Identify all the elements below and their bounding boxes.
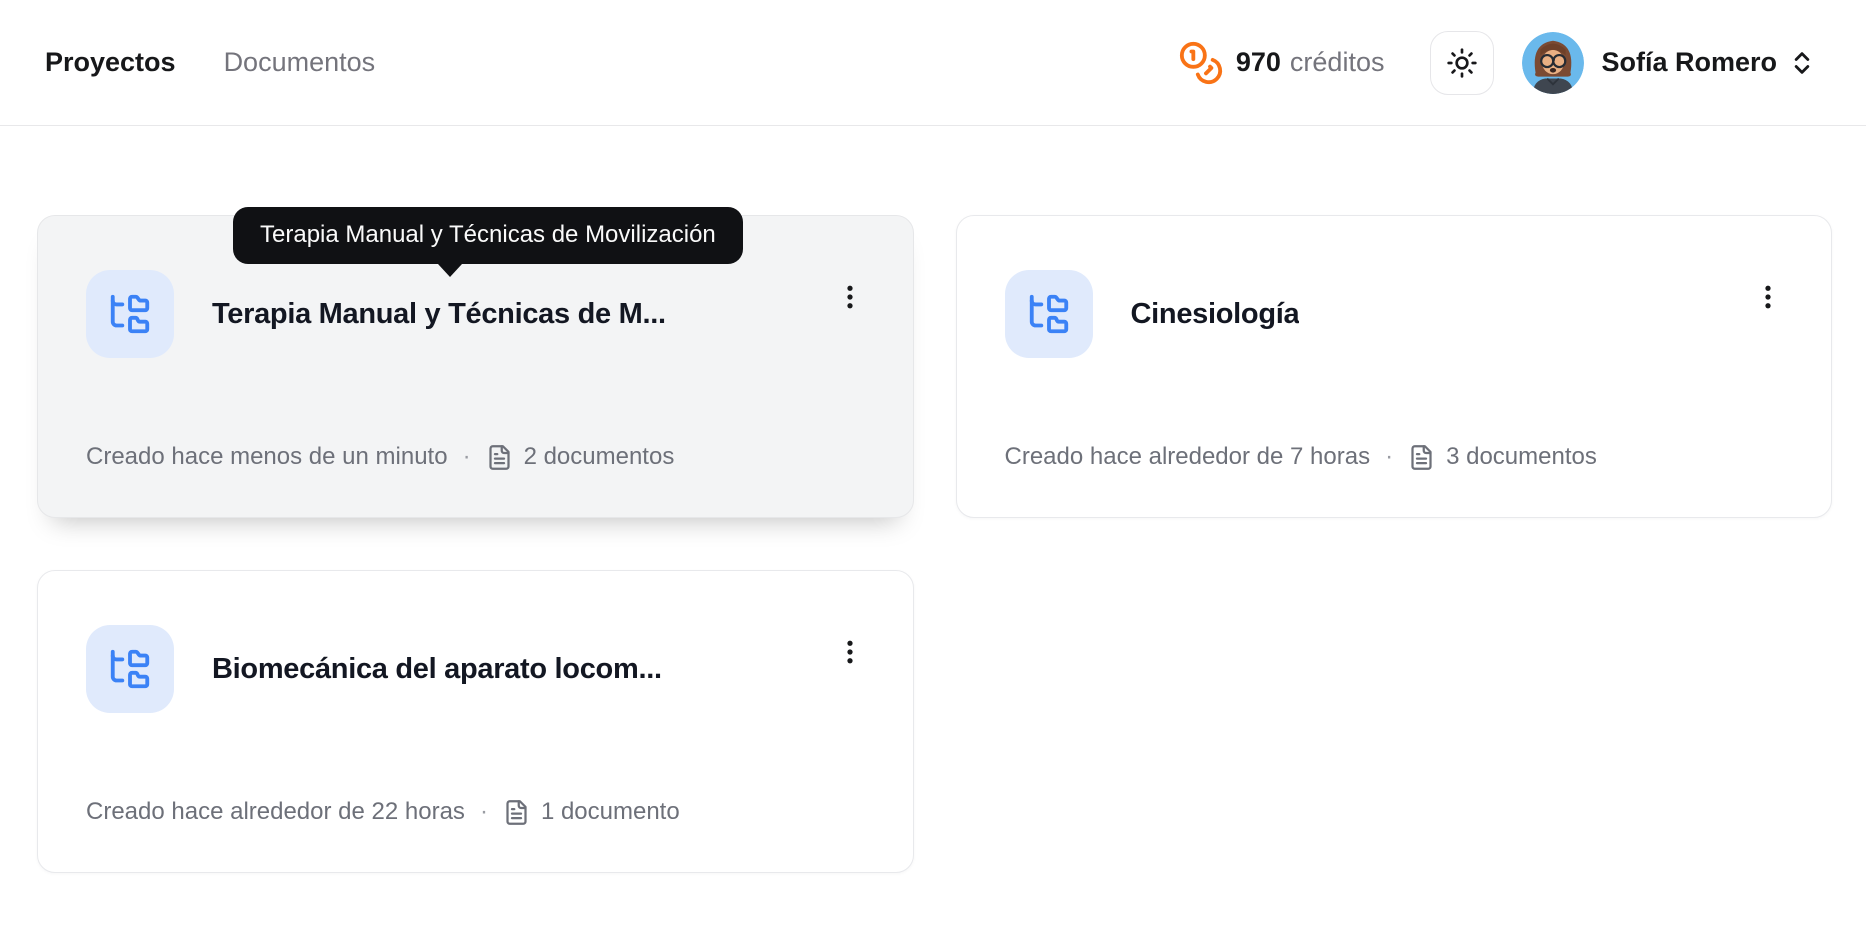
project-title: Terapia Manual y Técnicas de M... bbox=[212, 298, 666, 331]
project-title: Biomecánica del aparato locom... bbox=[212, 653, 662, 686]
project-title-tooltip: Terapia Manual y Técnicas de Movilizació… bbox=[233, 207, 743, 264]
project-doc-count: 3 documentos bbox=[1446, 443, 1597, 471]
file-text-icon bbox=[503, 799, 530, 826]
folder-tree-icon bbox=[107, 646, 153, 692]
project-created-text: Creado hace alrededor de 22 horas bbox=[86, 798, 465, 826]
file-text-icon bbox=[1408, 444, 1435, 471]
project-created-text: Creado hace menos de un minuto bbox=[86, 443, 448, 471]
file-text-icon bbox=[486, 444, 513, 471]
nav-tab-proyectos[interactable]: Proyectos bbox=[45, 47, 176, 78]
project-doc-count: 2 documentos bbox=[524, 443, 675, 471]
project-meta-row: Creado hace alrededor de 22 horas · 1 do… bbox=[86, 798, 869, 826]
meta-separator: · bbox=[463, 443, 471, 471]
user-menu[interactable]: Sofía Romero bbox=[1522, 32, 1816, 94]
project-doc-count: 1 documento bbox=[541, 798, 680, 826]
credits-label: créditos bbox=[1290, 47, 1385, 78]
theme-toggle-button[interactable] bbox=[1430, 31, 1494, 95]
more-vertical-icon bbox=[1753, 282, 1783, 312]
folder-tree-icon bbox=[107, 291, 153, 337]
project-card-biomecanica[interactable]: Biomecánica del aparato locom... Creado … bbox=[37, 570, 914, 873]
user-name: Sofía Romero bbox=[1601, 47, 1777, 78]
sun-icon bbox=[1446, 47, 1478, 79]
projects-grid: Terapia Manual y Técnicas de M... Creado… bbox=[37, 215, 1832, 873]
project-more-menu-button[interactable] bbox=[831, 633, 869, 671]
main-nav: Proyectos Documentos bbox=[45, 47, 375, 78]
meta-separator: · bbox=[1385, 443, 1393, 471]
folder-tree-icon bbox=[1026, 291, 1072, 337]
tooltip-arrow bbox=[438, 264, 462, 277]
card-header-row: Biomecánica del aparato locom... bbox=[86, 625, 869, 713]
project-card-cinesiologia[interactable]: Cinesiología Creado hace alrededor de 7 … bbox=[956, 215, 1833, 518]
credits-amount: 970 bbox=[1236, 47, 1281, 78]
chevrons-up-down-icon bbox=[1788, 49, 1816, 77]
more-vertical-icon bbox=[835, 637, 865, 667]
card-header-row: Terapia Manual y Técnicas de M... bbox=[86, 270, 869, 358]
coins-icon bbox=[1178, 40, 1224, 86]
project-meta-row: Creado hace alrededor de 7 horas · 3 doc… bbox=[1005, 443, 1788, 471]
meta-separator: · bbox=[480, 798, 488, 826]
card-header-row: Cinesiología bbox=[1005, 270, 1788, 358]
project-more-menu-button[interactable] bbox=[831, 278, 869, 316]
header-right-cluster: 970 créditos bbox=[1178, 31, 1816, 95]
project-icon-tile bbox=[86, 270, 174, 358]
credits-counter[interactable]: 970 créditos bbox=[1178, 40, 1385, 86]
more-vertical-icon bbox=[835, 282, 865, 312]
project-icon-tile bbox=[86, 625, 174, 713]
nav-tab-documentos[interactable]: Documentos bbox=[224, 47, 376, 78]
project-title: Cinesiología bbox=[1131, 298, 1300, 331]
avatar bbox=[1522, 32, 1584, 94]
project-created-text: Creado hace alrededor de 7 horas bbox=[1005, 443, 1371, 471]
project-more-menu-button[interactable] bbox=[1749, 278, 1787, 316]
project-icon-tile bbox=[1005, 270, 1093, 358]
project-meta-row: Creado hace menos de un minuto · 2 docum… bbox=[86, 443, 869, 471]
top-bar: Proyectos Documentos 970 créditos bbox=[0, 0, 1866, 126]
